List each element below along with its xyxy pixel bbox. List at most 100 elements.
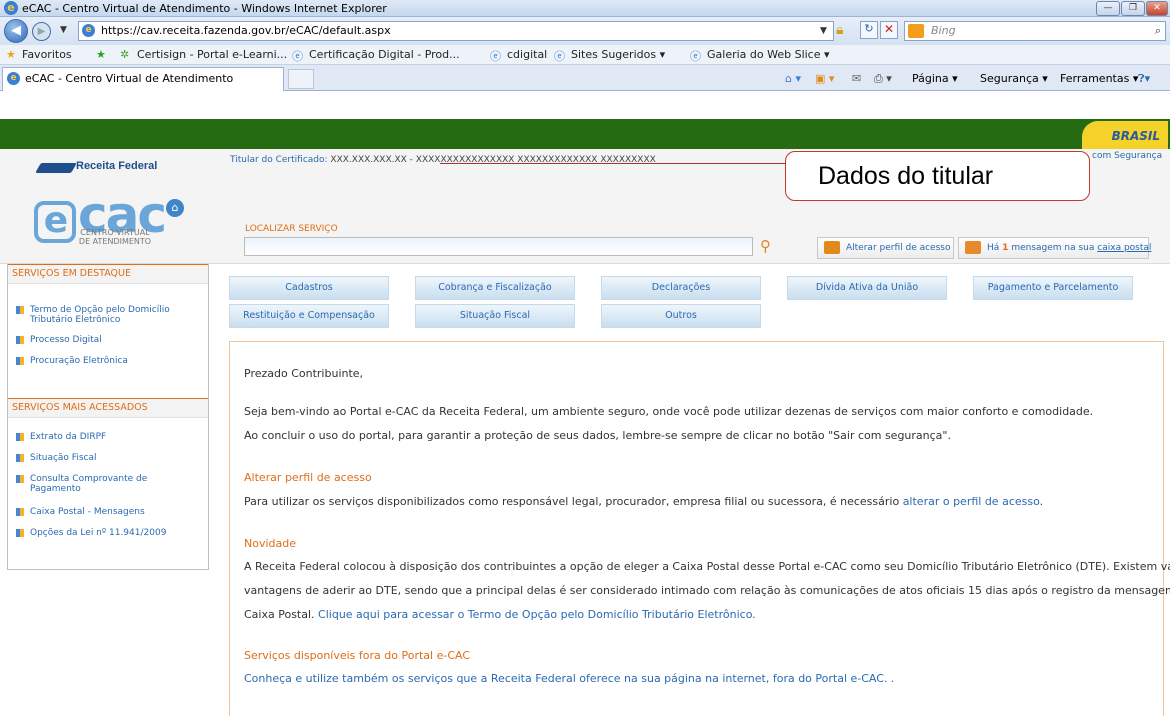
ie-page-icon: ⓔ	[690, 50, 701, 63]
mail-icon[interactable]: ✉	[852, 72, 861, 85]
new-tab-button[interactable]	[288, 69, 314, 89]
centro-virtual-text: CENTRO VIRTUAL DE ATENDIMENTO	[78, 228, 152, 246]
sidebar-item-label: Extrato da DIRPF	[30, 432, 107, 442]
search-service-label: LOCALIZAR SERVIÇO	[245, 224, 338, 234]
bullet-icon	[16, 357, 24, 365]
home-button[interactable]: ⌂	[166, 199, 184, 217]
perfil-paragraph: Para utilizar os serviços disponibilizad…	[244, 495, 1044, 508]
certisign-icon: ✲	[120, 48, 130, 61]
forward-button[interactable]: ▶	[32, 22, 51, 41]
lock-icon[interactable]: 🔒︎	[836, 22, 843, 38]
ie-page-icon: ⓔ	[554, 50, 565, 63]
home-icon[interactable]: ⌂ ▾	[785, 72, 801, 85]
fav-certificacao[interactable]: Certificação Digital - Prod...	[309, 48, 460, 61]
sidebar-item-termo-opcao[interactable]: Termo de Opção pelo Domicílio Tributário…	[16, 305, 200, 325]
alterar-perfil-link[interactable]: alterar o perfil de acesso	[903, 495, 1040, 508]
gov-bar	[0, 119, 1170, 149]
tab-ie-icon: e	[7, 72, 20, 85]
security-menu[interactable]: Segurança ▾	[980, 72, 1048, 85]
sidebar-item-label: Consulta Comprovante de Pagamento	[30, 474, 148, 494]
sidebar-item-label: Situação Fiscal	[30, 453, 97, 463]
sidebar-item-label: Procuração Eletrônica	[30, 356, 128, 366]
fav-sites-sugeridos[interactable]: Sites Sugeridos ▾	[571, 48, 665, 61]
menu-divida-ativa[interactable]: Dívida Ativa da União	[787, 276, 947, 300]
users-icon	[824, 241, 840, 254]
main-content: Prezado Contribuinte, Seja bem-vindo ao …	[229, 341, 1170, 716]
termo-opcao-link[interactable]: Clique aqui para acessar o Termo de Opçã…	[318, 608, 756, 621]
receita-federal-logo[interactable]: Receita Federal	[76, 160, 157, 172]
page-spacer	[0, 91, 1170, 119]
bullet-icon	[16, 454, 24, 462]
tab-ecac[interactable]: e eCAC - Centro Virtual de Atendimento	[2, 67, 284, 91]
close-window-button[interactable]: ✕	[1146, 1, 1168, 16]
menu-declaracoes[interactable]: Declarações	[601, 276, 761, 300]
address-toolbar: ◀ ▶ ▼ e https://cav.receita.fazenda.gov.…	[0, 17, 1170, 45]
search-service-input[interactable]	[244, 237, 753, 256]
minimize-button[interactable]: —	[1096, 1, 1120, 16]
sidebar: SERVIÇOS EM DESTAQUE Termo de Opção pelo…	[7, 264, 209, 570]
heading-alterar-perfil: Alterar perfil de acesso	[244, 471, 372, 484]
address-dropdown-icon[interactable]: ▼	[820, 26, 827, 36]
menu-restituicao[interactable]: Restituição e Compensação	[229, 304, 389, 328]
feeds-icon[interactable]: ▣ ▾	[815, 72, 834, 85]
url-text: https://cav.receita.fazenda.gov.br/eCAC/…	[101, 24, 391, 37]
section-mais-acessados: SERVIÇOS MAIS ACESSADOS	[8, 398, 208, 418]
sidebar-item-procuracao[interactable]: Procuração Eletrônica	[16, 356, 200, 366]
caixa-postal-link[interactable]: caixa postal	[1097, 243, 1151, 253]
caixa-postal-button[interactable]: Há 1 mensagem na sua caixa postal	[958, 237, 1151, 259]
add-favorite-icon[interactable]: ★	[96, 48, 106, 61]
sidebar-item-label: Opções da Lei nº 11.941/2009	[30, 528, 167, 538]
mail-count: 1	[1002, 243, 1009, 253]
sair-com-seguranca-link[interactable]: com Segurança	[1092, 151, 1162, 161]
menu-pagamento[interactable]: Pagamento e Parcelamento	[973, 276, 1133, 300]
perfil-text: Para utilizar os serviços disponibilizad…	[244, 495, 900, 508]
titular-label: Titular do Certificado:	[230, 155, 328, 165]
page-menu[interactable]: Página ▾	[912, 72, 958, 85]
sidebar-item-extrato-dirpf[interactable]: Extrato da DIRPF	[16, 432, 200, 442]
refresh-icon[interactable]: ↻	[860, 21, 878, 39]
print-icon[interactable]: ⎙ ▾	[874, 72, 892, 86]
favorites-button[interactable]: Favoritos	[22, 48, 72, 61]
menu-cobranca[interactable]: Cobrança e Fiscalização	[415, 276, 575, 300]
bullet-icon	[16, 508, 24, 516]
fav-cdigital[interactable]: cdigital	[507, 48, 547, 61]
maximize-button[interactable]: ❐	[1121, 1, 1145, 16]
stop-icon[interactable]: ✕	[880, 21, 898, 39]
servicos-fora-link[interactable]: Conheça e utilize também os serviços que…	[244, 672, 894, 685]
brasil-logo[interactable]: BRASIL	[1082, 121, 1168, 149]
novidade-line3: Caixa Postal. Clique aqui para acessar o…	[244, 608, 756, 621]
page-icon: e	[82, 24, 95, 37]
sidebar-item-situacao-fiscal[interactable]: Situação Fiscal	[16, 453, 200, 463]
greeting: Prezado Contribuinte,	[244, 367, 364, 380]
back-button[interactable]: ◀	[4, 19, 28, 43]
menu-situacao-fiscal[interactable]: Situação Fiscal	[415, 304, 575, 328]
sidebar-item-processo-digital[interactable]: Processo Digital	[16, 335, 200, 345]
sidebar-item-lei-11941[interactable]: Opções da Lei nº 11.941/2009	[16, 528, 200, 538]
menu-cadastros[interactable]: Cadastros	[229, 276, 389, 300]
section-destaque: SERVIÇOS EM DESTAQUE	[8, 264, 208, 284]
menu-outros[interactable]: Outros	[601, 304, 761, 328]
fav-certisign[interactable]: Certisign - Portal e-Learni...	[137, 48, 287, 61]
window-titlebar: e eCAC - Centro Virtual de Atendimento -…	[0, 0, 1170, 17]
sidebar-item-label: Caixa Postal - Mensagens	[30, 507, 145, 517]
alterar-perfil-label: Alterar perfil de acesso	[846, 243, 951, 253]
search-icon[interactable]: ⚲	[760, 237, 778, 255]
search-box[interactable]: Bing ⌕	[904, 21, 1166, 41]
sidebar-item-comprovante[interactable]: Consulta Comprovante de Pagamento	[16, 474, 180, 494]
search-placeholder: Bing	[931, 24, 956, 37]
tools-menu[interactable]: Ferramentas ▾	[1060, 72, 1138, 85]
sidebar-item-caixa-postal[interactable]: Caixa Postal - Mensagens	[16, 507, 200, 517]
bullet-icon	[16, 529, 24, 537]
welcome-paragraph: Seja bem-vindo ao Portal e-CAC da Receit…	[244, 405, 1094, 418]
history-dropdown-icon[interactable]: ▼	[60, 25, 67, 35]
alterar-perfil-button[interactable]: Alterar perfil de acesso	[817, 237, 954, 259]
favorites-bar: ★ Favoritos ★ ✲ Certisign - Portal e-Lea…	[0, 45, 1170, 65]
window-title: eCAC - Centro Virtual de Atendimento - W…	[22, 2, 387, 15]
search-icon[interactable]: ⌕	[1155, 22, 1161, 40]
fav-web-slice[interactable]: Galeria do Web Slice ▾	[707, 48, 830, 61]
novidade-line1: A Receita Federal colocou à disposição d…	[244, 560, 1170, 573]
address-bar[interactable]: e https://cav.receita.fazenda.gov.br/eCA…	[78, 21, 834, 41]
novidade-text: Caixa Postal.	[244, 608, 315, 621]
mail-mid-text: mensagem na sua	[1011, 243, 1095, 253]
help-icon[interactable]: ❓︎▾	[1138, 72, 1150, 86]
